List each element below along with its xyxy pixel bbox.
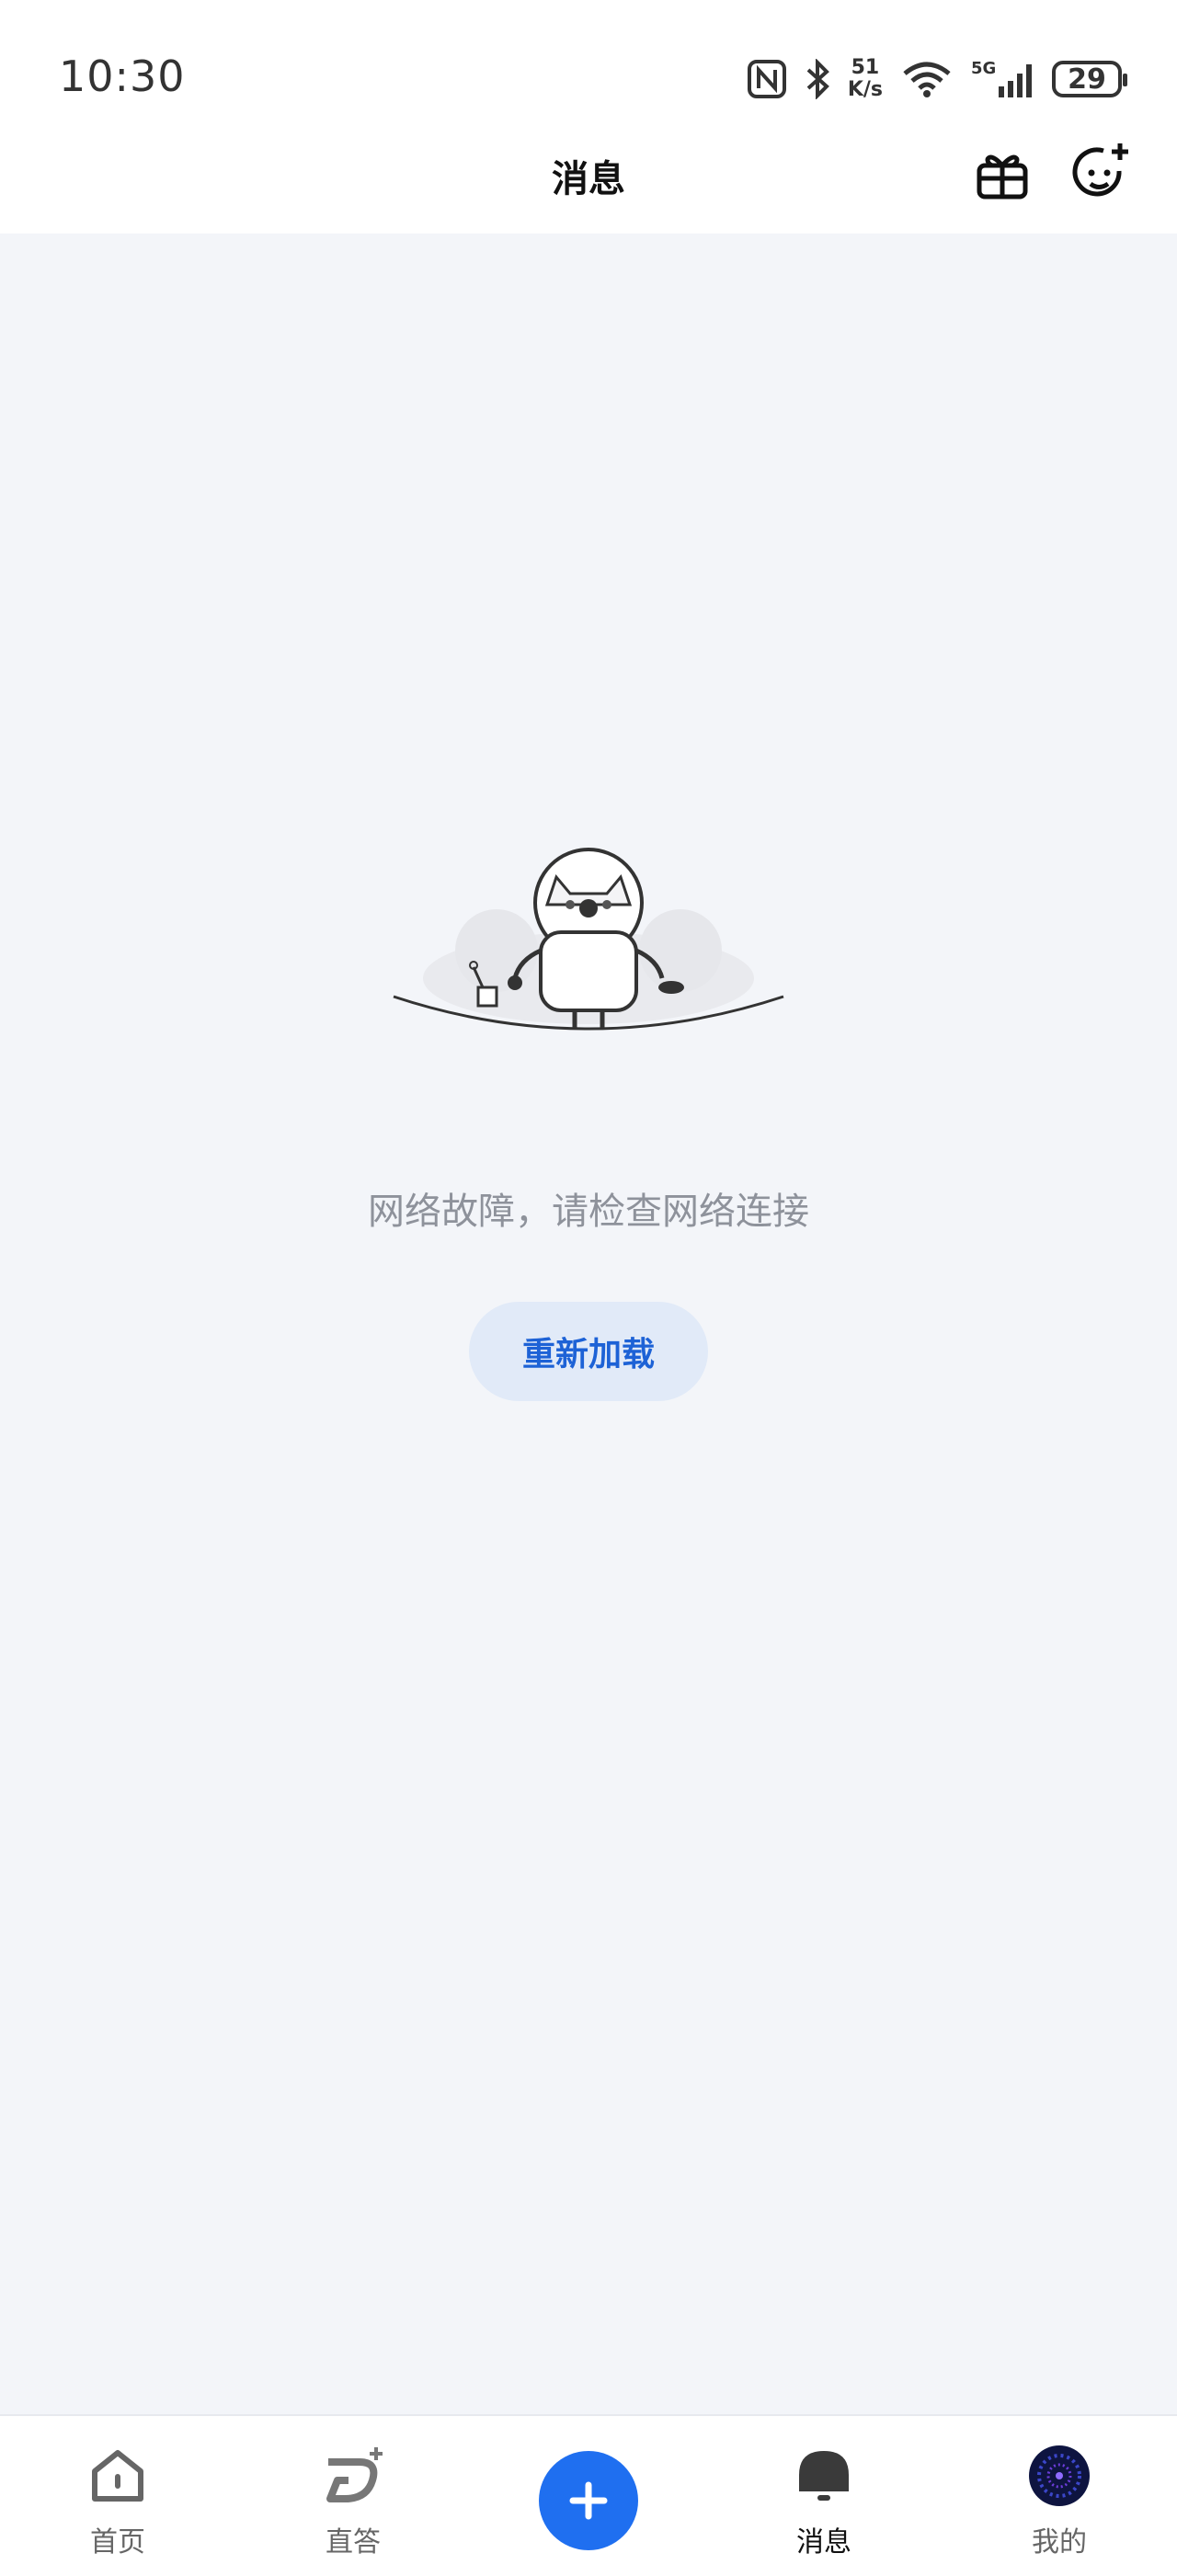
tab-home[interactable]: 首页 — [26, 2416, 210, 2576]
ai-answer-icon — [326, 2447, 383, 2502]
tab-messages-label: 消息 — [796, 2526, 851, 2559]
add-friend-icon[interactable] — [1068, 140, 1133, 204]
create-post-button[interactable] — [539, 2451, 638, 2550]
gift-box-icon[interactable] — [970, 140, 1034, 204]
home-icon — [92, 2450, 143, 2502]
status-time: 10:30 — [59, 51, 186, 101]
svg-text:5G: 5G — [971, 59, 996, 78]
tab-zhida-label: 直答 — [326, 2526, 381, 2559]
tab-zhida[interactable]: 直答 — [261, 2416, 445, 2576]
status-bar: 10:30 51 K/s 5G 29 — [0, 0, 1177, 129]
bluetooth-icon — [806, 59, 829, 99]
error-message: 网络故障，请检查网络连接 — [368, 1191, 809, 1233]
tab-profile-label: 我的 — [1032, 2526, 1087, 2559]
cellular-signal-icon: 5G — [971, 59, 1032, 97]
tab-home-label: 首页 — [90, 2526, 145, 2559]
avatar — [1029, 2445, 1090, 2506]
wifi-icon — [903, 62, 951, 97]
top-header: 消息 — [0, 129, 1177, 234]
bell-icon — [799, 2451, 849, 2501]
reload-button[interactable]: 重新加载 — [469, 1302, 708, 1401]
tab-messages[interactable]: 消息 — [732, 2416, 916, 2576]
status-indicators: 51 K/s 5G 29 — [747, 51, 1127, 107]
nfc-icon — [747, 60, 786, 98]
battery-indicator: 29 — [1052, 61, 1127, 97]
speed-unit: K/s — [847, 78, 883, 101]
tab-profile[interactable]: 我的 — [967, 2416, 1151, 2576]
speed-value: 51 — [851, 56, 880, 79]
plus-icon — [569, 2481, 608, 2520]
bottom-tab-bar: 首页 直答 消息 我的 — [0, 2414, 1177, 2576]
network-error-illustration — [393, 848, 784, 1031]
network-speed: 51 K/s — [848, 57, 883, 101]
